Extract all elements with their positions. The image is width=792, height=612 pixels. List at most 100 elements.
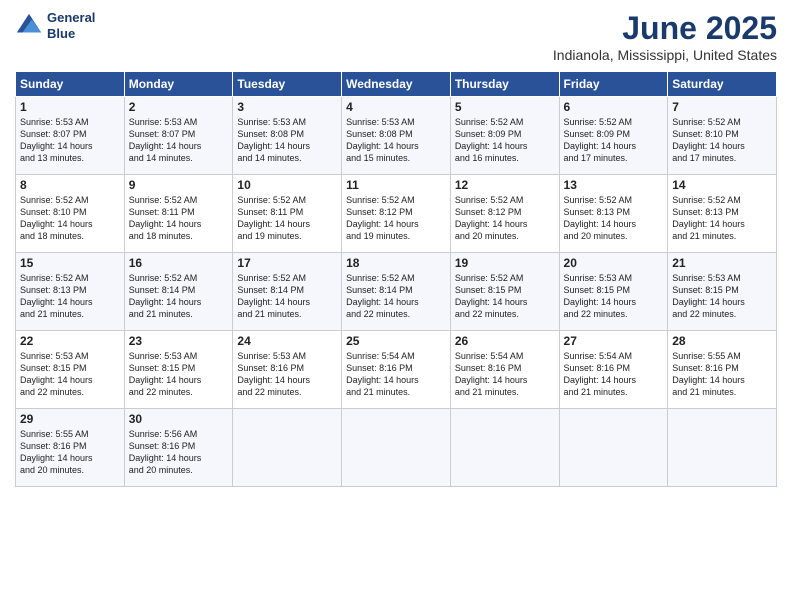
cell-details: Sunrise: 5:53 AM Sunset: 8:15 PM Dayligh…: [564, 272, 664, 321]
day-number: 28: [672, 334, 772, 348]
day-number: 10: [237, 178, 337, 192]
calendar-cell: 27 Sunrise: 5:54 AM Sunset: 8:16 PM Dayli…: [559, 331, 668, 409]
calendar-cell: 20 Sunrise: 5:53 AM Sunset: 8:15 PM Dayli…: [559, 253, 668, 331]
calendar-table: SundayMondayTuesdayWednesdayThursdayFrid…: [15, 71, 777, 487]
weekday-header: Tuesday: [233, 72, 342, 97]
day-number: 19: [455, 256, 555, 270]
calendar-cell: 7 Sunrise: 5:52 AM Sunset: 8:10 PM Daylig…: [668, 97, 777, 175]
cell-details: Sunrise: 5:52 AM Sunset: 8:09 PM Dayligh…: [564, 116, 664, 165]
header-area: General Blue June 2025 Indianola, Missis…: [15, 10, 777, 63]
calendar-cell: 25 Sunrise: 5:54 AM Sunset: 8:16 PM Dayli…: [342, 331, 451, 409]
day-number: 1: [20, 100, 120, 114]
calendar-cell: [450, 409, 559, 487]
day-number: 7: [672, 100, 772, 114]
cell-details: Sunrise: 5:53 AM Sunset: 8:08 PM Dayligh…: [346, 116, 446, 165]
cell-details: Sunrise: 5:52 AM Sunset: 8:09 PM Dayligh…: [455, 116, 555, 165]
calendar-cell: 10 Sunrise: 5:52 AM Sunset: 8:11 PM Dayli…: [233, 175, 342, 253]
day-number: 25: [346, 334, 446, 348]
calendar-cell: 23 Sunrise: 5:53 AM Sunset: 8:15 PM Dayli…: [124, 331, 233, 409]
day-number: 26: [455, 334, 555, 348]
day-number: 8: [20, 178, 120, 192]
calendar-cell: 3 Sunrise: 5:53 AM Sunset: 8:08 PM Daylig…: [233, 97, 342, 175]
calendar-cell: 19 Sunrise: 5:52 AM Sunset: 8:15 PM Dayli…: [450, 253, 559, 331]
calendar-cell: 6 Sunrise: 5:52 AM Sunset: 8:09 PM Daylig…: [559, 97, 668, 175]
day-number: 27: [564, 334, 664, 348]
cell-details: Sunrise: 5:52 AM Sunset: 8:10 PM Dayligh…: [672, 116, 772, 165]
calendar-cell: 17 Sunrise: 5:52 AM Sunset: 8:14 PM Dayli…: [233, 253, 342, 331]
cell-details: Sunrise: 5:53 AM Sunset: 8:16 PM Dayligh…: [237, 350, 337, 399]
calendar-cell: 15 Sunrise: 5:52 AM Sunset: 8:13 PM Dayli…: [16, 253, 125, 331]
logo-text: General Blue: [47, 10, 95, 41]
calendar-cell: 26 Sunrise: 5:54 AM Sunset: 8:16 PM Dayli…: [450, 331, 559, 409]
weekday-header: Friday: [559, 72, 668, 97]
day-number: 29: [20, 412, 120, 426]
calendar-cell: 1 Sunrise: 5:53 AM Sunset: 8:07 PM Daylig…: [16, 97, 125, 175]
cell-details: Sunrise: 5:53 AM Sunset: 8:15 PM Dayligh…: [129, 350, 229, 399]
day-number: 24: [237, 334, 337, 348]
calendar-cell: 21Sunrise: 5:53 AM Sunset: 8:15 PM Dayli…: [668, 253, 777, 331]
cell-details: Sunrise: 5:52 AM Sunset: 8:11 PM Dayligh…: [129, 194, 229, 243]
calendar-cell: 18 Sunrise: 5:52 AM Sunset: 8:14 PM Dayli…: [342, 253, 451, 331]
weekday-header: Saturday: [668, 72, 777, 97]
calendar-cell: 12 Sunrise: 5:52 AM Sunset: 8:12 PM Dayli…: [450, 175, 559, 253]
calendar-cell: 29 Sunrise: 5:55 AM Sunset: 8:16 PM Dayli…: [16, 409, 125, 487]
cell-details: Sunrise: 5:54 AM Sunset: 8:16 PM Dayligh…: [564, 350, 664, 399]
cell-details: Sunrise: 5:52 AM Sunset: 8:15 PM Dayligh…: [455, 272, 555, 321]
weekday-header: Monday: [124, 72, 233, 97]
calendar-cell: [559, 409, 668, 487]
cell-details: Sunrise: 5:55 AM Sunset: 8:16 PM Dayligh…: [20, 428, 120, 477]
calendar-cell: 8 Sunrise: 5:52 AM Sunset: 8:10 PM Daylig…: [16, 175, 125, 253]
day-number: 11: [346, 178, 446, 192]
calendar-week-row: 22Sunrise: 5:53 AM Sunset: 8:15 PM Dayli…: [16, 331, 777, 409]
calendar-week-row: 1 Sunrise: 5:53 AM Sunset: 8:07 PM Daylig…: [16, 97, 777, 175]
cell-details: Sunrise: 5:53 AM Sunset: 8:15 PM Dayligh…: [20, 350, 120, 399]
cell-details: Sunrise: 5:52 AM Sunset: 8:14 PM Dayligh…: [346, 272, 446, 321]
weekday-header: Sunday: [16, 72, 125, 97]
cell-details: Sunrise: 5:52 AM Sunset: 8:14 PM Dayligh…: [129, 272, 229, 321]
calendar-cell: [233, 409, 342, 487]
day-number: 23: [129, 334, 229, 348]
cell-details: Sunrise: 5:56 AM Sunset: 8:16 PM Dayligh…: [129, 428, 229, 477]
day-number: 12: [455, 178, 555, 192]
logo-icon: [15, 12, 43, 40]
day-number: 16: [129, 256, 229, 270]
cell-details: Sunrise: 5:52 AM Sunset: 8:10 PM Dayligh…: [20, 194, 120, 243]
calendar-cell: 4 Sunrise: 5:53 AM Sunset: 8:08 PM Daylig…: [342, 97, 451, 175]
calendar-cell: 5Sunrise: 5:52 AM Sunset: 8:09 PM Daylig…: [450, 97, 559, 175]
cell-details: Sunrise: 5:52 AM Sunset: 8:14 PM Dayligh…: [237, 272, 337, 321]
day-number: 2: [129, 100, 229, 114]
cell-details: Sunrise: 5:52 AM Sunset: 8:13 PM Dayligh…: [672, 194, 772, 243]
weekday-header: Thursday: [450, 72, 559, 97]
logo: General Blue: [15, 10, 95, 41]
day-number: 20: [564, 256, 664, 270]
cell-details: Sunrise: 5:52 AM Sunset: 8:12 PM Dayligh…: [455, 194, 555, 243]
cell-details: Sunrise: 5:53 AM Sunset: 8:08 PM Dayligh…: [237, 116, 337, 165]
day-number: 3: [237, 100, 337, 114]
day-number: 4: [346, 100, 446, 114]
cell-details: Sunrise: 5:52 AM Sunset: 8:13 PM Dayligh…: [20, 272, 120, 321]
calendar-cell: 22Sunrise: 5:53 AM Sunset: 8:15 PM Dayli…: [16, 331, 125, 409]
location: Indianola, Mississippi, United States: [553, 47, 777, 63]
calendar-cell: [668, 409, 777, 487]
day-number: 30: [129, 412, 229, 426]
calendar-week-row: 8 Sunrise: 5:52 AM Sunset: 8:10 PM Daylig…: [16, 175, 777, 253]
month-title: June 2025: [553, 10, 777, 47]
cell-details: Sunrise: 5:53 AM Sunset: 8:07 PM Dayligh…: [20, 116, 120, 165]
day-number: 6: [564, 100, 664, 114]
calendar-cell: 14Sunrise: 5:52 AM Sunset: 8:13 PM Dayli…: [668, 175, 777, 253]
cell-details: Sunrise: 5:55 AM Sunset: 8:16 PM Dayligh…: [672, 350, 772, 399]
calendar-page: General Blue June 2025 Indianola, Missis…: [0, 0, 792, 612]
calendar-cell: [342, 409, 451, 487]
title-area: June 2025 Indianola, Mississippi, United…: [553, 10, 777, 63]
day-number: 18: [346, 256, 446, 270]
day-number: 15: [20, 256, 120, 270]
calendar-cell: 13Sunrise: 5:52 AM Sunset: 8:13 PM Dayli…: [559, 175, 668, 253]
calendar-cell: 9Sunrise: 5:52 AM Sunset: 8:11 PM Daylig…: [124, 175, 233, 253]
cell-details: Sunrise: 5:54 AM Sunset: 8:16 PM Dayligh…: [455, 350, 555, 399]
weekday-header: Wednesday: [342, 72, 451, 97]
cell-details: Sunrise: 5:52 AM Sunset: 8:11 PM Dayligh…: [237, 194, 337, 243]
calendar-cell: 11Sunrise: 5:52 AM Sunset: 8:12 PM Dayli…: [342, 175, 451, 253]
day-number: 17: [237, 256, 337, 270]
cell-details: Sunrise: 5:54 AM Sunset: 8:16 PM Dayligh…: [346, 350, 446, 399]
day-number: 21: [672, 256, 772, 270]
